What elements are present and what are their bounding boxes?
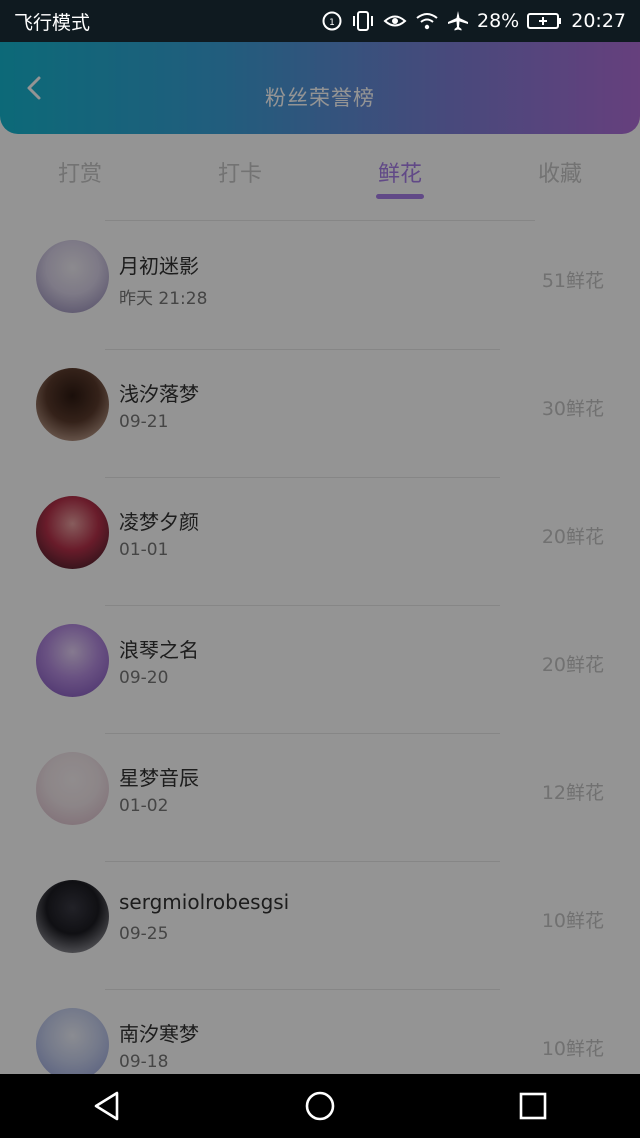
fan-name: 星梦音辰 [119,766,199,790]
fan-name: 浅汐落梦 [119,382,199,406]
divider [105,220,535,221]
fan-date: 09-20 [119,668,169,688]
fan-date: 09-21 [119,412,169,432]
avatar[interactable] [36,496,109,569]
fan-date: 01-01 [119,540,169,560]
active-tab-indicator [376,194,424,199]
nav-recents-button[interactable] [503,1076,563,1136]
battery-charging-icon [527,11,563,31]
header-bar: 粉丝荣誉榜 [0,42,640,134]
flower-count: 20鲜花 [541,526,604,548]
list-item[interactable]: 浪琴之名 09-20 20鲜花 [0,606,640,734]
flower-count: 20鲜花 [541,654,604,676]
triangle-back-icon [94,1091,118,1121]
airplane-icon [447,10,469,32]
fan-name: 浪琴之名 [119,638,199,662]
tab-label: 打卡 [217,162,262,187]
wifi-icon [415,11,439,31]
square-recents-icon [520,1092,547,1120]
tab-label: 打赏 [57,162,102,187]
avatar[interactable] [36,368,109,441]
vibrate-icon [351,10,375,32]
system-navigation-bar [0,1074,640,1138]
eye-comfort-icon [383,11,407,31]
svg-text:1: 1 [329,18,335,28]
fan-date: 09-25 [119,924,169,944]
avatar[interactable] [36,880,109,953]
avatar[interactable] [36,240,109,313]
tab-checkin[interactable]: 打卡 [160,138,320,216]
avatar[interactable] [36,752,109,825]
fan-name: 南汐寒梦 [119,1022,199,1046]
fan-name: 月初迷影 [119,254,199,278]
fan-date: 01-02 [119,796,169,816]
list-item[interactable]: 星梦音辰 01-02 12鲜花 [0,734,640,862]
tab-flowers[interactable]: 鲜花 [320,138,480,216]
list-item[interactable]: 月初迷影昨天 21:28 51鲜花 [0,222,640,350]
fan-name: sergmiolrobesgsi [119,890,290,914]
avatar[interactable] [36,1008,109,1081]
flower-count: 12鲜花 [541,782,604,804]
clock: 20:27 [571,10,626,32]
airplane-mode-label: 飞行模式 [14,11,91,34]
flower-count: 30鲜花 [541,398,604,420]
status-bar: 飞行模式 1 28% 20:27 [0,0,640,42]
tab-label: 鲜花 [377,162,422,187]
circle-home-icon [305,1091,335,1121]
page-title: 粉丝荣誉榜 [265,86,375,110]
battery-percent: 28% [477,10,520,32]
flower-count: 10鲜花 [541,1038,604,1060]
flower-count: 10鲜花 [541,910,604,932]
fan-date: 昨天 21:28 [119,289,208,309]
nav-back-button[interactable] [77,1076,137,1136]
fan-date: 09-18 [119,1052,169,1072]
list-item[interactable]: 凌梦夕颜 01-01 20鲜花 [0,478,640,606]
flower-count: 51鲜花 [541,270,604,292]
tab-label: 收藏 [537,162,582,187]
nav-home-button[interactable] [290,1076,350,1136]
data-saver-icon: 1 [321,10,343,32]
list-item[interactable]: sergmiolrobesgsi 09-25 10鲜花 [0,862,640,990]
fan-list: 月初迷影昨天 21:28 51鲜花浅汐落梦 09-21 30鲜花凌梦夕颜 01-01 20… [0,222,640,1118]
tab-reward[interactable]: 打赏 [0,138,160,216]
list-item[interactable]: 浅汐落梦 09-21 30鲜花 [0,350,640,478]
fan-name: 凌梦夕颜 [119,510,199,534]
tab-favorites[interactable]: 收藏 [480,138,640,216]
avatar[interactable] [36,624,109,697]
tab-bar: 打赏 打卡 鲜花 收藏 [0,138,640,216]
